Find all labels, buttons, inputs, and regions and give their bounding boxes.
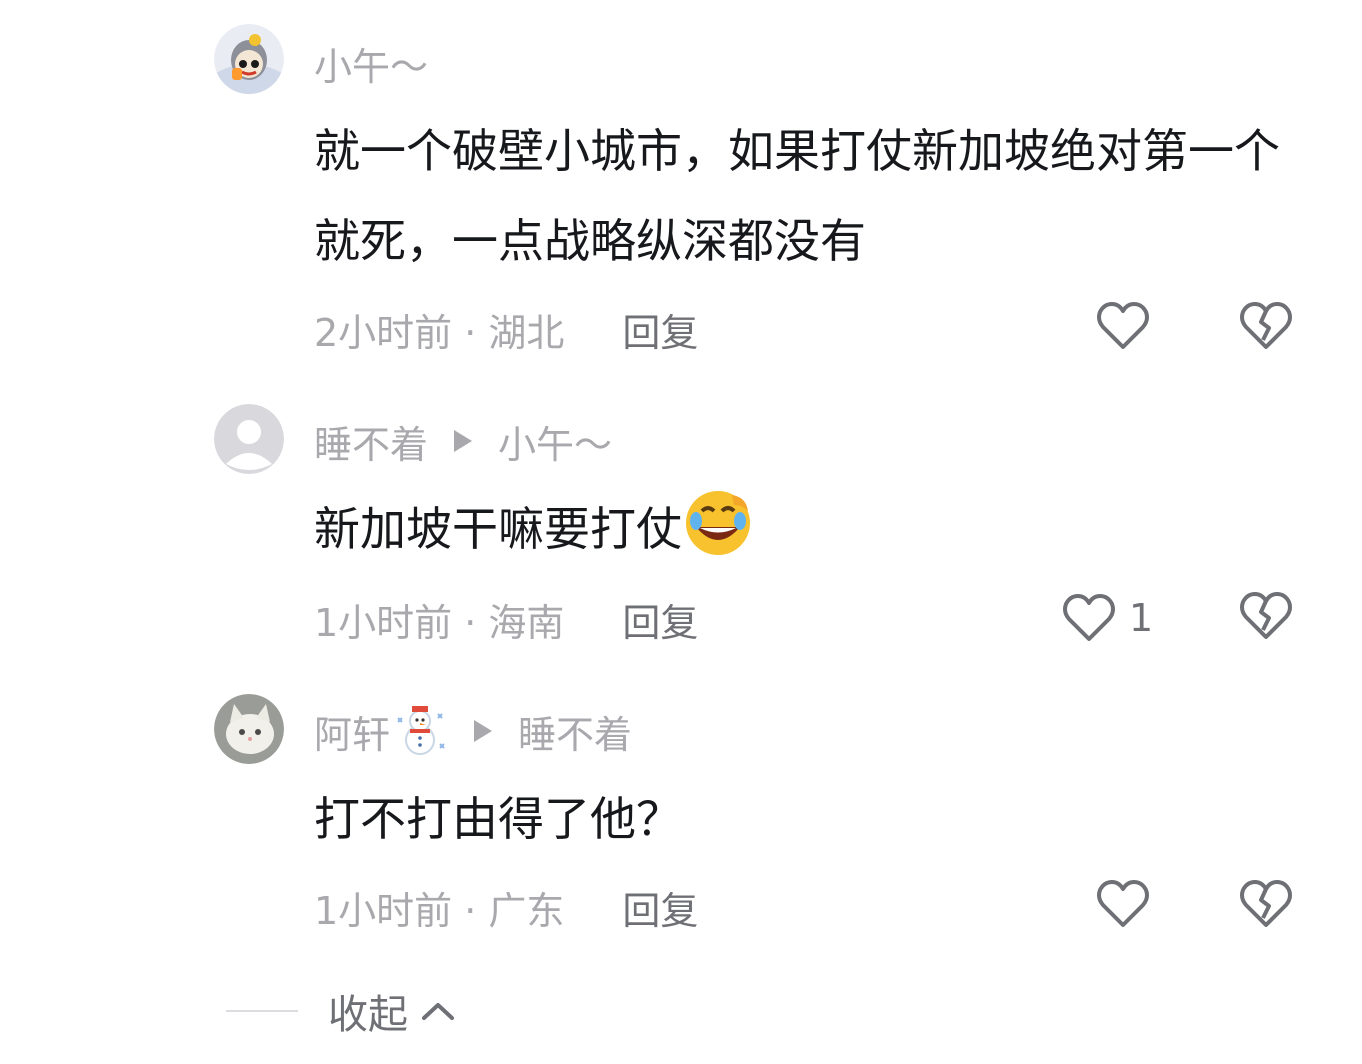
divider-line [226,1010,298,1012]
reply-to-name[interactable]: 睡不着 [518,704,632,759]
avatar[interactable] [214,24,284,94]
avatar[interactable] [214,694,284,764]
time-location: 1小时前 · 广东 [314,888,565,933]
heart-icon [1063,594,1115,641]
cartoon-avatar-icon [214,24,284,94]
comment-text: 打不打由得了他？ [314,792,682,846]
heart-icon [1097,880,1149,927]
like-button[interactable]: 1 [1061,588,1153,648]
reply-to-name[interactable]: 小午～ [498,414,612,469]
time-location: 1小时前 · 海南 [314,600,565,645]
broken-heart-icon[interactable] [1238,300,1294,352]
reply-arrow-icon [474,720,493,742]
reply-button[interactable]: 回复 [622,880,698,935]
rofl-emoji-icon [686,491,750,555]
like-count: 1 [1129,596,1154,640]
comment-meta: 1小时前 · 海南 回复 [314,592,698,647]
author-name[interactable]: 阿轩 [314,704,390,759]
author-name[interactable]: 睡不着 [314,414,428,469]
heart-icon [1097,302,1149,349]
reply-button[interactable]: 回复 [622,592,698,647]
collapse-replies-button[interactable]: 收起 [226,986,456,1038]
collapse-label: 收起 [328,992,408,1038]
author-name-line: 睡不着 小午～ [314,414,612,469]
comment-text: 就一个破壁小城市，如果打仗新加坡绝对第一个就死，一点战略纵深都没有 [314,124,1280,268]
like-button[interactable] [1095,296,1151,356]
comment-text: 新加坡干嘛要打仗 [314,484,1294,574]
broken-heart-icon[interactable] [1238,878,1294,930]
like-button[interactable] [1095,874,1151,934]
comment-meta: 2小时前 · 湖北 回复 [314,302,698,357]
snowman-emoji-icon [397,706,445,755]
reply-arrow-icon [454,430,473,452]
comment-meta: 1小时前 · 广东 回复 [314,880,698,935]
reply-button[interactable]: 回复 [622,302,698,357]
author-name-line: 阿轩 睡不着 [314,704,632,759]
avatar[interactable] [214,404,284,474]
default-user-icon [214,404,284,474]
time-location: 2小时前 · 湖北 [314,310,565,355]
broken-heart-icon[interactable] [1238,590,1294,642]
author-name[interactable]: 小午～ [314,36,428,91]
author-name-line: 小午～ [314,36,428,91]
chevron-up-icon [422,1003,454,1020]
comment-text-body: 新加坡干嘛要打仗 [314,502,682,556]
white-cat-avatar-icon [214,694,284,764]
